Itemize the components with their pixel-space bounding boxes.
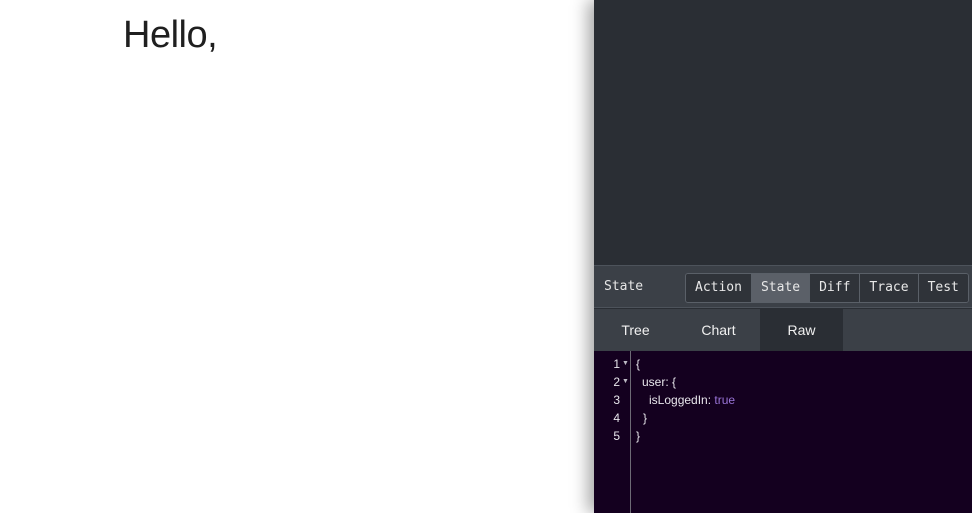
line-number: 3: [613, 393, 620, 407]
action-log-area: [594, 0, 972, 265]
code-line: 3 isLoggedIn: true: [594, 391, 972, 409]
line-number: 4: [613, 411, 620, 425]
monitor-toolbar: State Action State Diff Trace Test: [594, 265, 972, 308]
code-text: {: [636, 357, 641, 371]
line-number: 1: [613, 357, 620, 371]
line-number: 5: [613, 429, 620, 443]
trace-tab-button[interactable]: Trace: [860, 274, 919, 302]
code-line: 4 }: [594, 409, 972, 427]
redux-devtools-panel: State Action State Diff Trace Test Tree …: [594, 0, 972, 513]
code-line: 2 ▼ user: {: [594, 373, 972, 391]
action-tab-button[interactable]: Action: [686, 274, 752, 302]
monitor-title: State: [604, 279, 644, 294]
state-tab-button[interactable]: State: [751, 274, 811, 302]
code-key: isLoggedIn:: [649, 393, 715, 407]
code-text: isLoggedIn: true: [649, 391, 735, 409]
code-line: 1 ▼ {: [594, 355, 972, 373]
tab-raw[interactable]: Raw: [760, 309, 843, 351]
code-text: }: [643, 411, 648, 425]
raw-state-editor[interactable]: 1 ▼ { 2 ▼ user: { 3 isLoggedIn: true 4 }…: [594, 351, 972, 513]
fold-arrow-icon[interactable]: ▼: [622, 355, 629, 373]
code-text: user: {: [642, 375, 677, 389]
tab-tree[interactable]: Tree: [594, 309, 677, 351]
code-text: }: [636, 429, 641, 443]
code-line: 5 }: [594, 427, 972, 445]
code-boolean-value: true: [714, 393, 736, 407]
monitor-button-group: Action State Diff Trace Test: [685, 273, 969, 303]
line-number: 2: [613, 375, 620, 389]
page-content: Hello,: [0, 0, 594, 513]
fold-arrow-icon[interactable]: ▼: [622, 373, 629, 391]
greeting-heading: Hello,: [123, 14, 218, 56]
app-window: Hello, State Action State Diff Trace Tes…: [0, 0, 972, 513]
diff-tab-button[interactable]: Diff: [810, 274, 861, 302]
test-tab-button[interactable]: Test: [918, 274, 968, 302]
tab-chart[interactable]: Chart: [677, 309, 760, 351]
view-subtabs: Tree Chart Raw: [594, 309, 972, 351]
